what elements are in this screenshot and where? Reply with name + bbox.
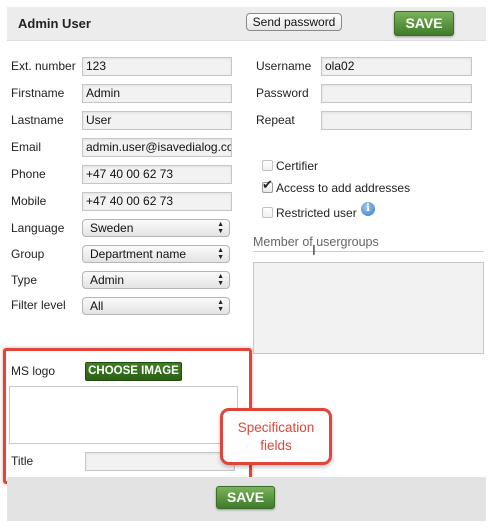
select-arrows-icon: ▲ ▼ <box>217 247 224 261</box>
restricted-user-label: Restricted user <box>276 206 357 220</box>
username-field[interactable]: ola02 <box>321 57 472 76</box>
callout-line-1: Specification <box>237 420 315 435</box>
lastname-field[interactable]: User <box>82 111 232 130</box>
phone-field[interactable]: +47 40 00 62 73 <box>82 165 232 184</box>
save-button-top[interactable]: SAVE <box>394 11 454 36</box>
type-select[interactable]: Admin ▲ ▼ <box>82 271 230 289</box>
filter-level-select[interactable]: All ▲ ▼ <box>82 297 230 315</box>
restricted-user-checkbox[interactable] <box>262 207 273 218</box>
email-label: Email <box>11 140 42 154</box>
usergroups-title: Member of usergroups <box>253 235 379 249</box>
filter-level-select-value: All <box>90 299 104 313</box>
access-add-addresses-checkbox[interactable]: ✔ <box>262 178 273 193</box>
password-field[interactable] <box>321 84 472 103</box>
save-button-bottom[interactable]: SAVE <box>216 486 275 509</box>
repeat-password-label: Repeat <box>256 113 295 127</box>
choose-image-button[interactable]: CHOOSE IMAGE <box>85 362 182 381</box>
lastname-label: Lastname <box>11 113 64 127</box>
page-title: Admin User <box>18 16 91 31</box>
ext-number-field[interactable]: 123 <box>82 57 232 76</box>
certifier-checkbox[interactable] <box>262 160 273 171</box>
specification-callout: Specification fields <box>220 408 332 465</box>
type-select-value: Admin <box>90 273 125 287</box>
certifier-label: Certifier <box>276 159 319 173</box>
language-select-value: Sweden <box>90 221 134 235</box>
group-label: Group <box>11 247 45 261</box>
checkmark-icon: ✔ <box>262 177 273 192</box>
info-icon[interactable]: i <box>361 202 375 216</box>
logo-preview-box <box>9 386 238 444</box>
phone-label: Phone <box>11 167 46 181</box>
filter-level-label: Filter level <box>11 298 66 312</box>
text-cursor-icon: I <box>312 244 316 259</box>
language-select[interactable]: Sweden ▲ ▼ <box>82 219 230 237</box>
username-label: Username <box>256 59 312 73</box>
ms-logo-label: MS logo <box>11 364 56 378</box>
usergroups-list[interactable] <box>253 262 484 354</box>
type-label: Type <box>11 273 38 287</box>
repeat-password-field[interactable] <box>321 111 472 130</box>
select-arrows-icon: ▲ ▼ <box>217 299 224 313</box>
select-arrows-icon: ▲ ▼ <box>217 221 224 235</box>
group-select[interactable]: Department name ▲ ▼ <box>82 245 230 263</box>
title-field[interactable] <box>85 452 235 471</box>
firstname-field[interactable]: Admin <box>82 84 232 103</box>
send-password-button[interactable]: Send password <box>246 13 342 31</box>
callout-line-2: fields <box>260 438 292 453</box>
email-field[interactable]: admin.user@isavedialog.com <box>82 138 232 157</box>
password-label: Password <box>256 86 309 100</box>
mobile-label: Mobile <box>11 194 47 208</box>
group-select-value: Department name <box>90 247 187 261</box>
ext-number-label: Ext. number <box>11 59 76 73</box>
section-divider <box>253 251 484 252</box>
mobile-field[interactable]: +47 40 00 62 73 <box>82 192 232 211</box>
select-arrows-icon: ▲ ▼ <box>217 273 224 287</box>
firstname-label: Firstname <box>11 86 65 100</box>
header-bar: Admin User Send password SAVE <box>7 7 486 41</box>
language-label: Language <box>11 221 65 235</box>
title-label: Title <box>11 454 34 468</box>
access-add-addresses-label: Access to add addresses <box>276 181 411 195</box>
